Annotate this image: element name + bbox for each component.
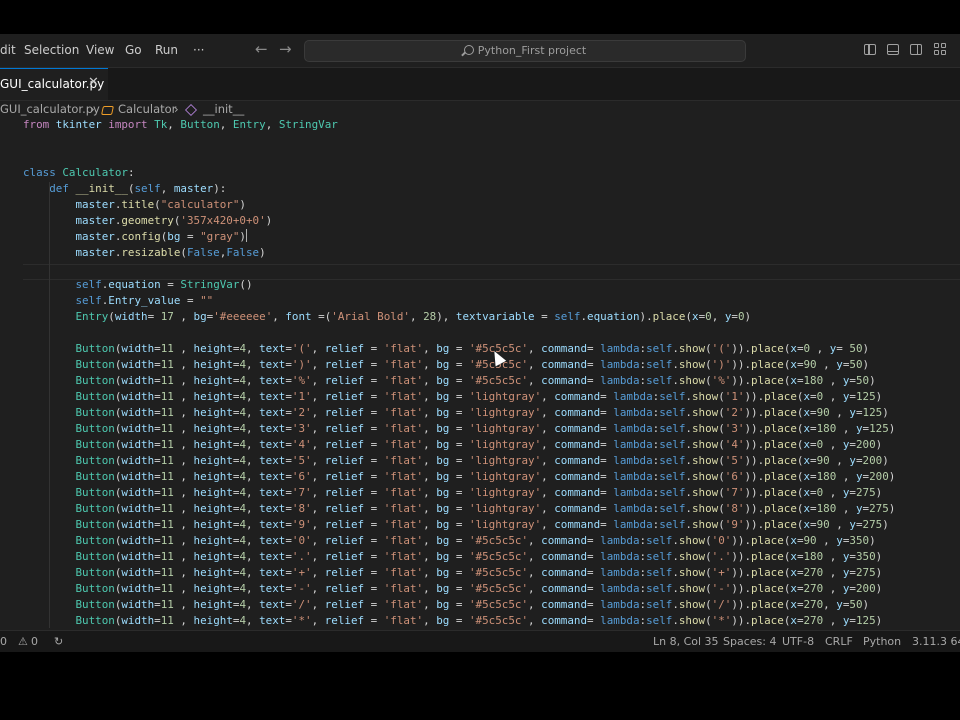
code-editor[interactable]: from tkinter import Tk, Button, Entry, S… [0, 118, 960, 628]
python-interpreter[interactable]: 3.11.3 64- [912, 635, 960, 648]
code-line[interactable]: Button(width=11 , height=4, text='/', re… [23, 597, 869, 613]
search-icon [463, 45, 474, 55]
status-bar: 0 ⚠ 0 ↻ Ln 8, Col 35 Spaces: 4 UTF-8 CRL… [0, 630, 960, 652]
code-line[interactable]: Button(width=11 , height=4, text='1', re… [23, 389, 882, 405]
breadcrumb: GUI_calculator.py › Calculator › __init_… [0, 100, 960, 118]
warnings-count[interactable]: 0 [31, 635, 38, 648]
code-line[interactable]: Button(width=11 , height=4, text='7', re… [23, 485, 882, 501]
forward-arrow-icon[interactable]: → [279, 40, 292, 58]
menu-selection[interactable]: Selection [24, 43, 79, 57]
code-line[interactable]: Button(width=11 , height=4, text='(', re… [23, 341, 869, 357]
line-ending[interactable]: CRLF [825, 635, 853, 648]
vscode-window: dit Selection View Go Run ··· ← → Python… [0, 34, 960, 652]
code-line[interactable]: master.geometry('357x420+0+0') [23, 213, 272, 229]
code-line[interactable]: master.config(bg = "gray") [23, 229, 247, 245]
code-line[interactable]: Button(width=11 , height=4, text='9', re… [23, 517, 888, 533]
code-line[interactable]: self.Entry_value = "" [23, 293, 213, 309]
code-line[interactable]: master.title("calculator") [23, 197, 246, 213]
breadcrumb-class[interactable]: Calculator [118, 102, 176, 116]
code-line[interactable]: def __init__(self, master): [23, 181, 226, 197]
search-label: Python_First project [477, 44, 587, 57]
code-line[interactable]: Button(width=11 , height=4, text='6', re… [23, 469, 895, 485]
code-line[interactable]: Button(width=11 , height=4, text='%', re… [23, 373, 875, 389]
code-line[interactable]: Button(width=11 , height=4, text='2', re… [23, 405, 888, 421]
title-bar: dit Selection View Go Run ··· ← → Python… [0, 34, 960, 68]
breadcrumb-separator: › [90, 102, 95, 116]
menu-view[interactable]: View [86, 43, 114, 57]
tab-gui-calculator[interactable]: GUI_calculator.py ✕ [0, 68, 108, 100]
code-line[interactable]: Button(width=11 , height=4, text='.', re… [23, 549, 882, 565]
warning-icon: ⚠ [18, 635, 28, 648]
indentation[interactable]: Spaces: 4 [723, 635, 776, 648]
encoding[interactable]: UTF-8 [782, 635, 814, 648]
indent-guide [49, 182, 50, 628]
menu-go[interactable]: Go [125, 43, 142, 57]
code-line[interactable]: from tkinter import Tk, Button, Entry, S… [23, 118, 338, 133]
code-line[interactable]: master.resizable(False,False) [23, 245, 265, 261]
code-line[interactable]: self.equation = StringVar() [23, 277, 252, 293]
breadcrumb-separator: › [174, 102, 179, 116]
code-line[interactable]: Button(width=11 , height=4, text='+', re… [23, 565, 882, 581]
menu-run[interactable]: Run [155, 43, 178, 57]
code-line[interactable]: Entry(width= 17 , bg='#eeeeee', font =('… [23, 309, 751, 325]
code-line[interactable]: Button(width=11 , height=4, text='4', re… [23, 437, 882, 453]
ports-icon[interactable]: ↻ [54, 635, 63, 648]
code-line[interactable]: Button(width=11 , height=4, text=')', re… [23, 357, 869, 373]
breadcrumb-method[interactable]: __init__ [203, 102, 244, 116]
toggle-secondary-sidebar-icon[interactable] [910, 44, 922, 55]
close-icon[interactable]: ✕ [88, 75, 99, 90]
editor-tab-bar: GUI_calculator.py ✕ [0, 68, 960, 101]
toggle-primary-sidebar-icon[interactable] [864, 44, 876, 55]
code-line[interactable]: Button(width=11 , height=4, text='-', re… [23, 581, 882, 597]
problems-count[interactable]: 0 [0, 635, 7, 648]
back-arrow-icon[interactable]: ← [255, 40, 268, 58]
language-mode[interactable]: Python [863, 635, 901, 648]
menu-edit[interactable]: dit [0, 43, 16, 57]
customize-layout-icon[interactable] [934, 43, 947, 56]
menu-more[interactable]: ··· [193, 43, 204, 57]
code-line[interactable]: Button(width=11 , height=4, text='0', re… [23, 533, 875, 549]
code-line[interactable]: Button(width=11 , height=4, text='3', re… [23, 421, 895, 437]
toggle-panel-icon[interactable] [887, 44, 899, 55]
breadcrumb-file[interactable]: GUI_calculator.py [0, 102, 100, 116]
code-line[interactable]: Button(width=11 , height=4, text='*', re… [23, 613, 882, 628]
code-line[interactable]: class Calculator: [23, 165, 135, 181]
code-line[interactable]: Button(width=11 , height=4, text='8', re… [23, 501, 895, 517]
command-center-search[interactable]: Python_First project [304, 40, 746, 62]
code-line[interactable]: Button(width=11 , height=4, text='5', re… [23, 453, 888, 469]
cursor-position[interactable]: Ln 8, Col 35 [653, 635, 719, 648]
